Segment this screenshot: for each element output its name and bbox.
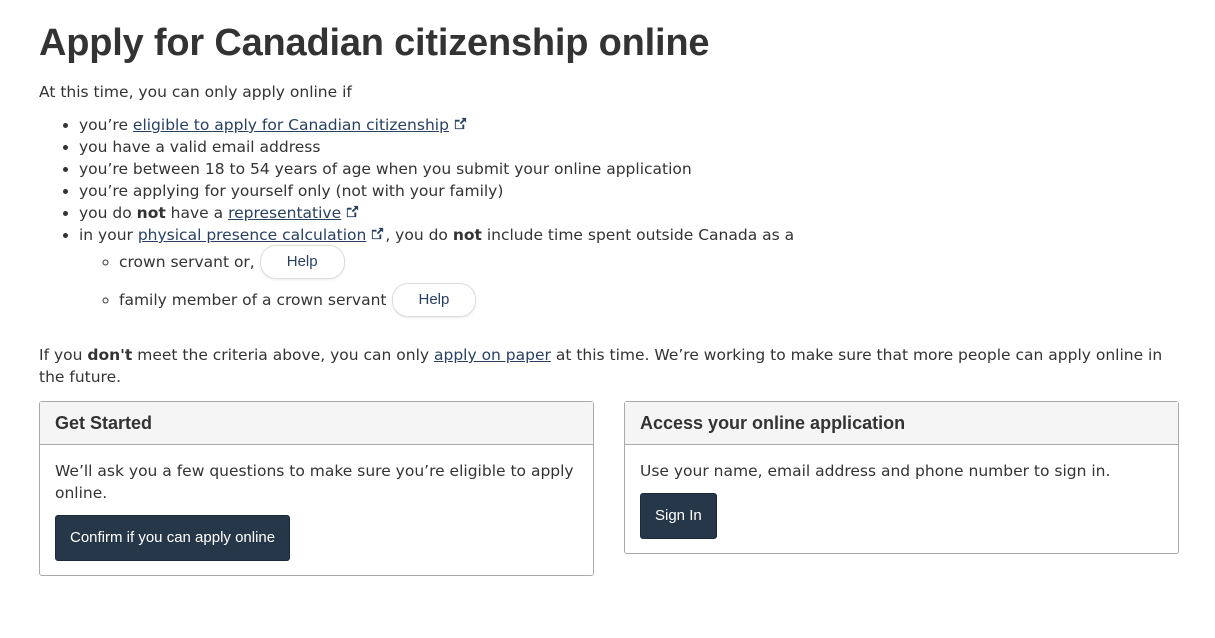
family-member-text: family member of a crown servant xyxy=(119,291,387,309)
crown-servant-list: crown servant or,Help family member of a… xyxy=(79,245,794,327)
list-item: you do not have a representative xyxy=(79,202,794,224)
help-button[interactable]: Help xyxy=(259,245,345,279)
get-started-panel: Get Started We’ll ask you a few question… xyxy=(39,401,594,576)
list-item: you have a valid email address xyxy=(79,136,794,158)
panel-heading: Access your online application xyxy=(625,402,1178,445)
emphasis-dont: don't xyxy=(87,346,133,364)
panel-text: Use your name, email address and phone n… xyxy=(640,462,1111,480)
panel-heading: Get Started xyxy=(40,402,593,445)
emphasis-not: not xyxy=(452,226,482,244)
criteria-text: you do xyxy=(79,204,137,222)
crown-servant-text: crown servant or, xyxy=(119,253,255,271)
criteria-list: you’re eligible to apply for Canadian ci… xyxy=(39,114,794,327)
confirm-eligibility-button[interactable]: Confirm if you can apply online xyxy=(55,515,291,561)
emphasis-not: not xyxy=(136,204,166,222)
paper-text: If you xyxy=(39,346,88,364)
external-link-icon xyxy=(454,117,467,130)
paper-text: meet the criteria above, you can only xyxy=(132,346,434,364)
help-button[interactable]: Help xyxy=(391,283,477,317)
intro-text: At this time, you can only apply online … xyxy=(39,83,352,101)
list-item: you’re eligible to apply for Canadian ci… xyxy=(79,114,794,136)
criteria-text: in your xyxy=(79,226,138,244)
physical-presence-link[interactable]: physical presence calculation xyxy=(138,226,366,244)
external-link-icon xyxy=(372,227,384,240)
external-link-icon xyxy=(347,205,359,218)
panel-text: We’ll ask you a few questions to make su… xyxy=(55,462,574,502)
list-item: family member of a crown servantHelp xyxy=(119,283,794,327)
criteria-text: you’re xyxy=(79,116,133,134)
list-item: you’re between 18 to 54 years of age whe… xyxy=(79,158,794,180)
page-title: Apply for Canadian citizenship online xyxy=(39,22,710,64)
criteria-text: , you do xyxy=(385,226,453,244)
apply-on-paper-link[interactable]: apply on paper xyxy=(434,346,551,364)
paper-notice: If you don't meet the criteria above, yo… xyxy=(39,344,1179,388)
sign-in-button[interactable]: Sign In xyxy=(640,493,717,539)
list-item: in your physical presence calculation , y… xyxy=(79,224,794,327)
access-application-panel: Access your online application Use your … xyxy=(624,401,1179,554)
representative-link[interactable]: representative xyxy=(228,204,341,222)
list-item: you’re applying for yourself only (not w… xyxy=(79,180,794,202)
eligibility-link[interactable]: eligible to apply for Canadian citizensh… xyxy=(133,116,449,134)
criteria-text: have a xyxy=(165,204,229,222)
criteria-text: include time spent outside Canada as a xyxy=(481,226,795,244)
